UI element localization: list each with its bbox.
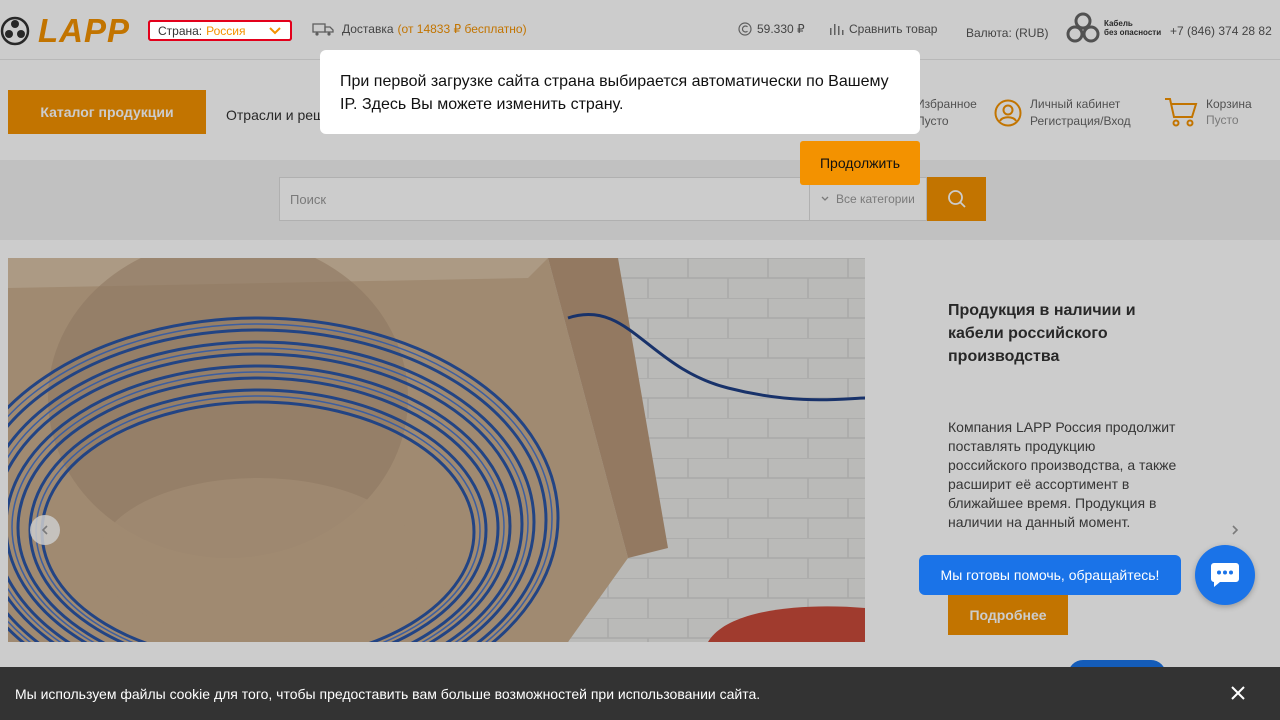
cookie-close-button[interactable] — [1228, 683, 1248, 703]
chat-icon — [1211, 563, 1239, 587]
continue-button[interactable]: Продолжить — [800, 141, 920, 185]
chat-button[interactable] — [1195, 545, 1255, 605]
popup-message: При первой загрузке сайта страна выбирае… — [340, 73, 889, 113]
country-selector-highlight[interactable]: Страна: Россия — [148, 20, 292, 41]
close-icon — [1231, 686, 1245, 700]
country-value: Россия — [206, 23, 246, 38]
country-tooltip-popup: При первой загрузке сайта страна выбирае… — [320, 50, 920, 134]
chat-bubble[interactable]: Мы готовы помочь, обращайтесь! — [919, 555, 1181, 595]
country-label: Страна: — [158, 23, 203, 38]
cookie-message: Мы используем файлы cookie для того, что… — [15, 685, 761, 702]
cookie-bar: Мы используем файлы cookie для того, что… — [0, 667, 1280, 720]
chevron-down-icon — [269, 27, 281, 35]
